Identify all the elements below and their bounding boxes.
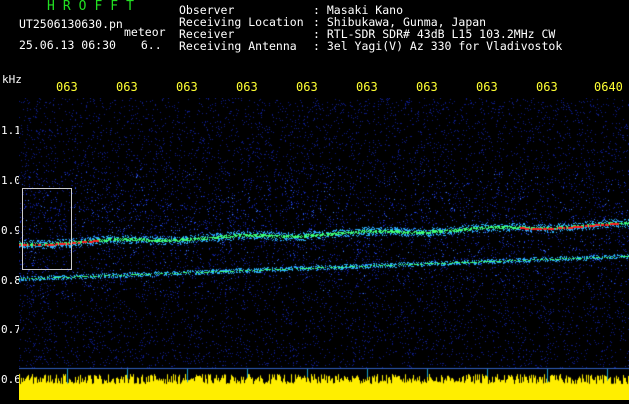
time-tick-label: 063 [416,80,438,94]
spectrogram-canvas [19,98,629,400]
date-time-value: 25.06.13 06:30 [19,38,116,52]
freq-tick-label: 0.9 [1,224,21,237]
time-tick-label: 063 [356,80,378,94]
file-type-label: meteor [124,25,166,39]
time-tick-label: 063 [536,80,558,94]
time-tick-label: 063 [476,80,498,94]
freq-tick-label: 1.1 [1,124,21,137]
file-name: UT2506130630.pn [19,17,123,31]
info-row-antenna: Receiving Antenna: 3el Yagi(V) Az 330 fo… [179,39,563,53]
freq-tick-label: 0.7 [1,323,21,336]
time-tick-label: 063 [296,80,318,94]
time-tick-label: 063 [56,80,78,94]
date-time: 25.06.13 06:30 6.. [19,38,162,52]
freq-tick-label: 0.6 [1,373,21,386]
time-tick-label: 063 [116,80,138,94]
time-tick-label: 063 [236,80,258,94]
station-info: Observer: Masaki Kano Receiving Location… [179,4,562,52]
time-tick-label: 063 [176,80,198,94]
date-time-extra: 6.. [140,38,162,52]
time-tick-label: 0640 [594,80,623,94]
header-panel: HROFFT UT2506130630.pn meteor 25.06.13 0… [0,0,629,72]
spectrogram-area [19,98,629,400]
freq-tick-label: 1.0 [1,174,21,187]
frequency-unit-label: kHz [2,73,22,86]
app-title: HROFFT [47,0,142,14]
freq-tick-label: 0.8 [1,274,21,287]
detection-box [22,188,72,270]
